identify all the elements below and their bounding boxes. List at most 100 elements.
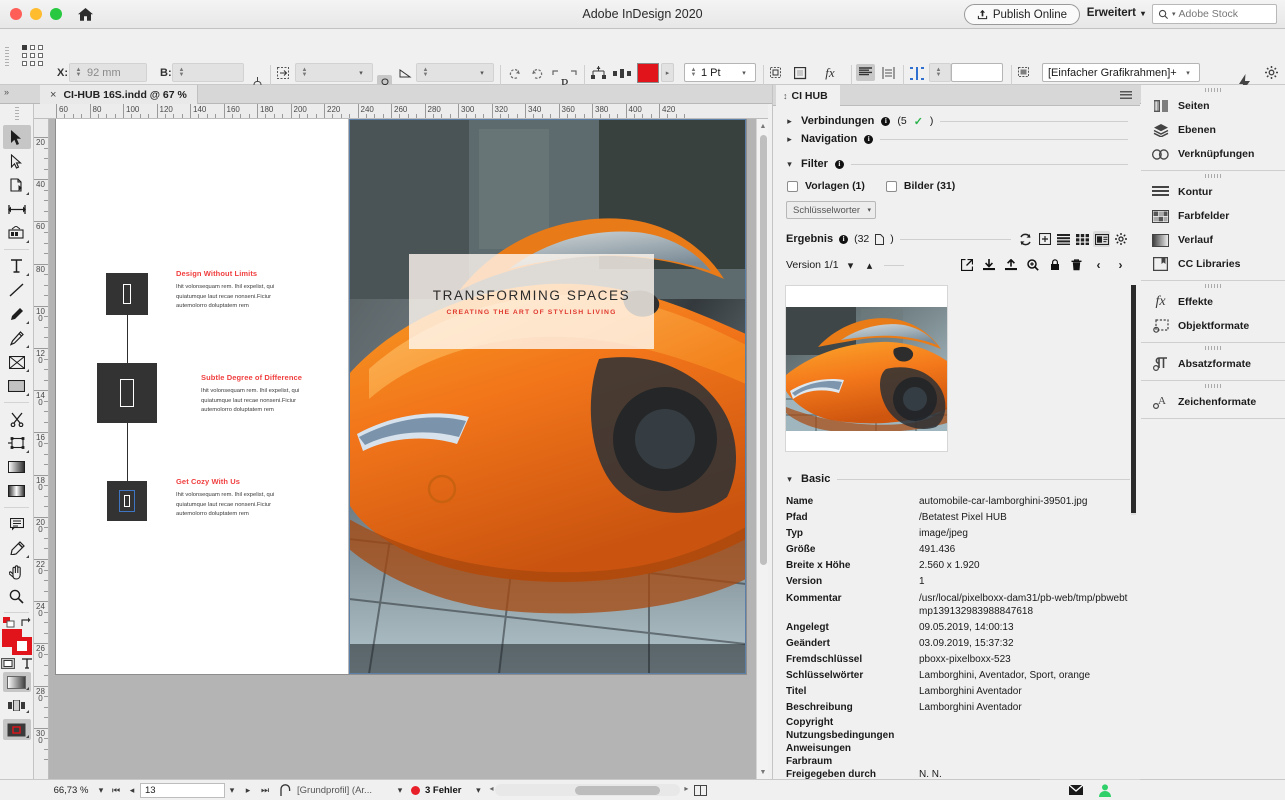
cihub-scroll-thumb[interactable] — [1131, 285, 1136, 513]
apply-gradient-button[interactable] — [3, 672, 31, 692]
document-tab[interactable]: × CI-HUB 16S.indd @ 67 % — [40, 85, 198, 104]
object-style-select[interactable]: [Einfacher Grafikrahmen]+ ▾ — [1042, 63, 1200, 82]
gradient-swatch-tool[interactable] — [3, 455, 31, 479]
distribute-horizontal-icon[interactable] — [612, 65, 631, 81]
preview-search-icon[interactable] — [1024, 257, 1041, 273]
dock-item-farbfelder[interactable]: Farbfelder — [1141, 204, 1285, 228]
align-top-edges-icon[interactable] — [589, 65, 608, 81]
dock-group-grip[interactable] — [1205, 384, 1221, 388]
align-left-text-icon[interactable] — [879, 64, 898, 81]
canvas-vertical-scrollbar[interactable]: ▲ ▼ — [756, 119, 768, 779]
preflight-status-icon[interactable] — [273, 784, 297, 797]
zoom-tool[interactable] — [3, 584, 31, 608]
next-page-icon[interactable]: ▸ — [239, 785, 257, 796]
zoom-level-value[interactable]: 66,73 % — [48, 785, 94, 796]
close-document-icon[interactable]: × — [50, 89, 56, 101]
keywords-select[interactable]: Schlüsselworter ▾ — [786, 201, 876, 219]
section-connections[interactable]: ▸ Verbindungen i (5 ✓ ) — [773, 112, 1140, 130]
user-status-icon[interactable] — [1099, 784, 1111, 797]
mail-icon[interactable] — [1069, 785, 1083, 796]
fill-color-dropdown[interactable]: ▸ — [661, 63, 674, 82]
scale-x-dropdown-icon[interactable]: ▾ — [354, 69, 368, 77]
pencil-tool[interactable] — [3, 326, 31, 350]
settings-gear-icon[interactable] — [1112, 231, 1129, 247]
home-icon[interactable] — [76, 5, 94, 23]
hscroll-left-icon[interactable]: ◂ — [489, 784, 493, 793]
chevron-right-icon[interactable]: ▸ — [785, 116, 794, 127]
dock-item-effekte[interactable]: fx Effekte — [1141, 290, 1285, 314]
workspace-switcher[interactable]: Erweitert ▾ — [1087, 7, 1145, 19]
canvas-vscroll-thumb[interactable] — [760, 135, 767, 565]
dock-item-zeichenformate[interactable]: A Zeichenformate — [1141, 390, 1285, 414]
dock-item-verlauf[interactable]: Verlauf — [1141, 228, 1285, 252]
toolbox-stroke-swatch[interactable] — [12, 637, 32, 655]
asset-thumbnail-card[interactable] — [785, 285, 948, 452]
window-controls[interactable] — [10, 8, 62, 20]
direct-selection-tool[interactable] — [3, 149, 31, 173]
version-up-icon[interactable]: ▴ — [863, 257, 877, 273]
columns-stepper-icon[interactable]: ▲▼ — [934, 65, 943, 80]
upload-icon[interactable] — [1002, 257, 1019, 273]
chevron-right-icon[interactable]: ▸ — [785, 134, 794, 145]
list-view-icon[interactable] — [1055, 231, 1072, 247]
rotate-90-ccw-icon[interactable] — [527, 65, 546, 82]
collapse-left-panel-icon[interactable]: » — [4, 87, 9, 97]
section-filter[interactable]: ▾ Filter i — [773, 155, 1140, 173]
checkbox-vorlagen[interactable] — [787, 181, 798, 192]
gear-icon[interactable] — [1264, 65, 1278, 79]
dock-item-absatzformate[interactable]: Absatzformate — [1141, 352, 1285, 376]
download-icon[interactable] — [980, 257, 997, 273]
rotate-90-cw-icon[interactable] — [505, 65, 524, 82]
scroll-down-icon[interactable]: ▼ — [757, 765, 768, 779]
x-stepper-icon[interactable]: ▲▼ — [74, 65, 83, 80]
fx-icon[interactable]: fx — [820, 65, 840, 81]
fit-content-proportionally-icon[interactable] — [768, 65, 786, 81]
width-stepper-icon[interactable]: ▲▼ — [177, 65, 186, 80]
line-tool[interactable] — [3, 278, 31, 302]
width-input[interactable]: ▲▼ — [172, 63, 244, 82]
dock-item-cc-libraries[interactable]: CC Libraries — [1141, 252, 1285, 276]
first-page-icon[interactable]: ⏮ — [108, 785, 124, 796]
toolbox-grip[interactable] — [15, 107, 19, 121]
vertical-ruler[interactable]: 2040608010012014016018020022024026028030… — [34, 119, 49, 779]
dock-group-grip[interactable] — [1205, 346, 1221, 350]
adobe-stock-search[interactable]: ▾ Adobe Stock — [1152, 4, 1277, 24]
scissors-tool[interactable] — [3, 407, 31, 431]
close-window-button[interactable] — [10, 8, 22, 20]
x-input[interactable]: ▲▼ 92 mm — [69, 63, 147, 82]
page-number-input[interactable]: 13 — [140, 783, 225, 798]
document-spread[interactable]: Design Without Limits Ihit volonsequam r… — [56, 119, 746, 674]
spread-view-icon[interactable] — [686, 785, 714, 796]
scale-x-input[interactable]: ▲▼ ▾ — [295, 63, 373, 82]
pen-tool[interactable] — [3, 302, 31, 326]
detail-view-icon[interactable] — [1093, 231, 1110, 247]
dock-item-objektformate[interactable]: Objektformate — [1141, 314, 1285, 338]
chevron-down-icon[interactable]: ▾ — [785, 159, 794, 170]
hscroll-right-icon[interactable]: ▸ — [684, 784, 688, 793]
delete-icon[interactable] — [1068, 257, 1085, 273]
eyedropper-tool[interactable] — [3, 536, 31, 560]
page-tool[interactable] — [3, 173, 31, 197]
info-icon[interactable]: i — [864, 135, 873, 144]
note-tool[interactable] — [3, 512, 31, 536]
refresh-icon[interactable] — [1017, 231, 1034, 247]
rotation-dropdown-icon[interactable]: ▾ — [475, 69, 489, 77]
fill-stroke-switch-row[interactable] — [0, 617, 33, 628]
minimize-window-button[interactable] — [30, 8, 42, 20]
info-icon[interactable]: i — [835, 160, 844, 169]
page-dropdown-icon[interactable]: ▾ — [225, 785, 239, 796]
ci-hub-menu-icon[interactable] — [1120, 91, 1132, 100]
scroll-up-icon[interactable]: ▲ — [757, 119, 768, 133]
gradient-feather-tool[interactable] — [3, 479, 31, 503]
columns-input[interactable] — [951, 63, 1003, 82]
tab-ci-hub[interactable]: ↕ CI HUB — [776, 85, 840, 106]
control-bar-grip[interactable] — [5, 47, 9, 67]
maximize-window-button[interactable] — [50, 8, 62, 20]
dock-item-verknuepfungen[interactable]: Verknüpfungen — [1141, 142, 1285, 166]
hscroll-thumb[interactable] — [575, 786, 660, 795]
grid-view-icon[interactable] — [1074, 231, 1091, 247]
cihub-scrollbar[interactable] — [1131, 285, 1136, 515]
infographic-box-1[interactable] — [106, 273, 148, 315]
preflight-profile-label[interactable]: [Grundprofil] (Ar... — [297, 785, 393, 796]
zoom-dropdown-icon[interactable]: ▾ — [94, 785, 108, 796]
